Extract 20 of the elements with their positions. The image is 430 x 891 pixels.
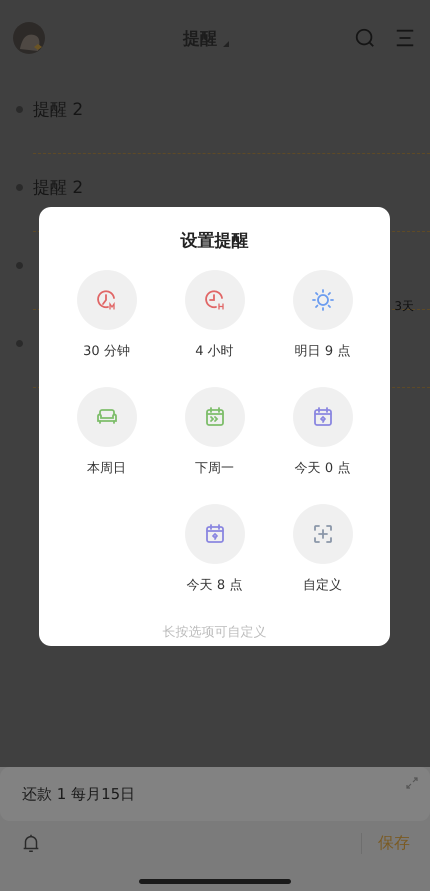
- reminder-option[interactable]: 今天 8 点: [160, 504, 268, 621]
- reminder-option[interactable]: 自定义: [268, 504, 376, 621]
- caret-icon: [223, 41, 229, 47]
- menu-icon[interactable]: [394, 27, 416, 49]
- reminder-option[interactable]: 4 小时: [160, 270, 268, 387]
- reminder-option[interactable]: 本周日: [52, 387, 160, 504]
- reminder-option[interactable]: 今天 0 点: [268, 387, 376, 504]
- dialog-title: 设置提醒: [180, 230, 248, 252]
- search-icon[interactable]: [354, 27, 376, 49]
- clock-icon: [202, 288, 226, 312]
- reminder-option[interactable]: 30 分钟: [52, 270, 160, 387]
- reminder-option[interactable]: 下周一: [160, 387, 268, 504]
- avatar[interactable]: [12, 21, 46, 55]
- note-text: 还款 1 每月15日: [22, 784, 136, 804]
- note-card[interactable]: 还款 1 每月15日: [0, 767, 430, 821]
- expand-icon[interactable]: [406, 777, 418, 789]
- dialog-hint: 长按选项可自定义: [162, 624, 266, 641]
- reminder-option[interactable]: 明日 9 点: [268, 270, 376, 387]
- sun-icon: [310, 288, 334, 312]
- reminder-meta: 3天: [394, 298, 414, 315]
